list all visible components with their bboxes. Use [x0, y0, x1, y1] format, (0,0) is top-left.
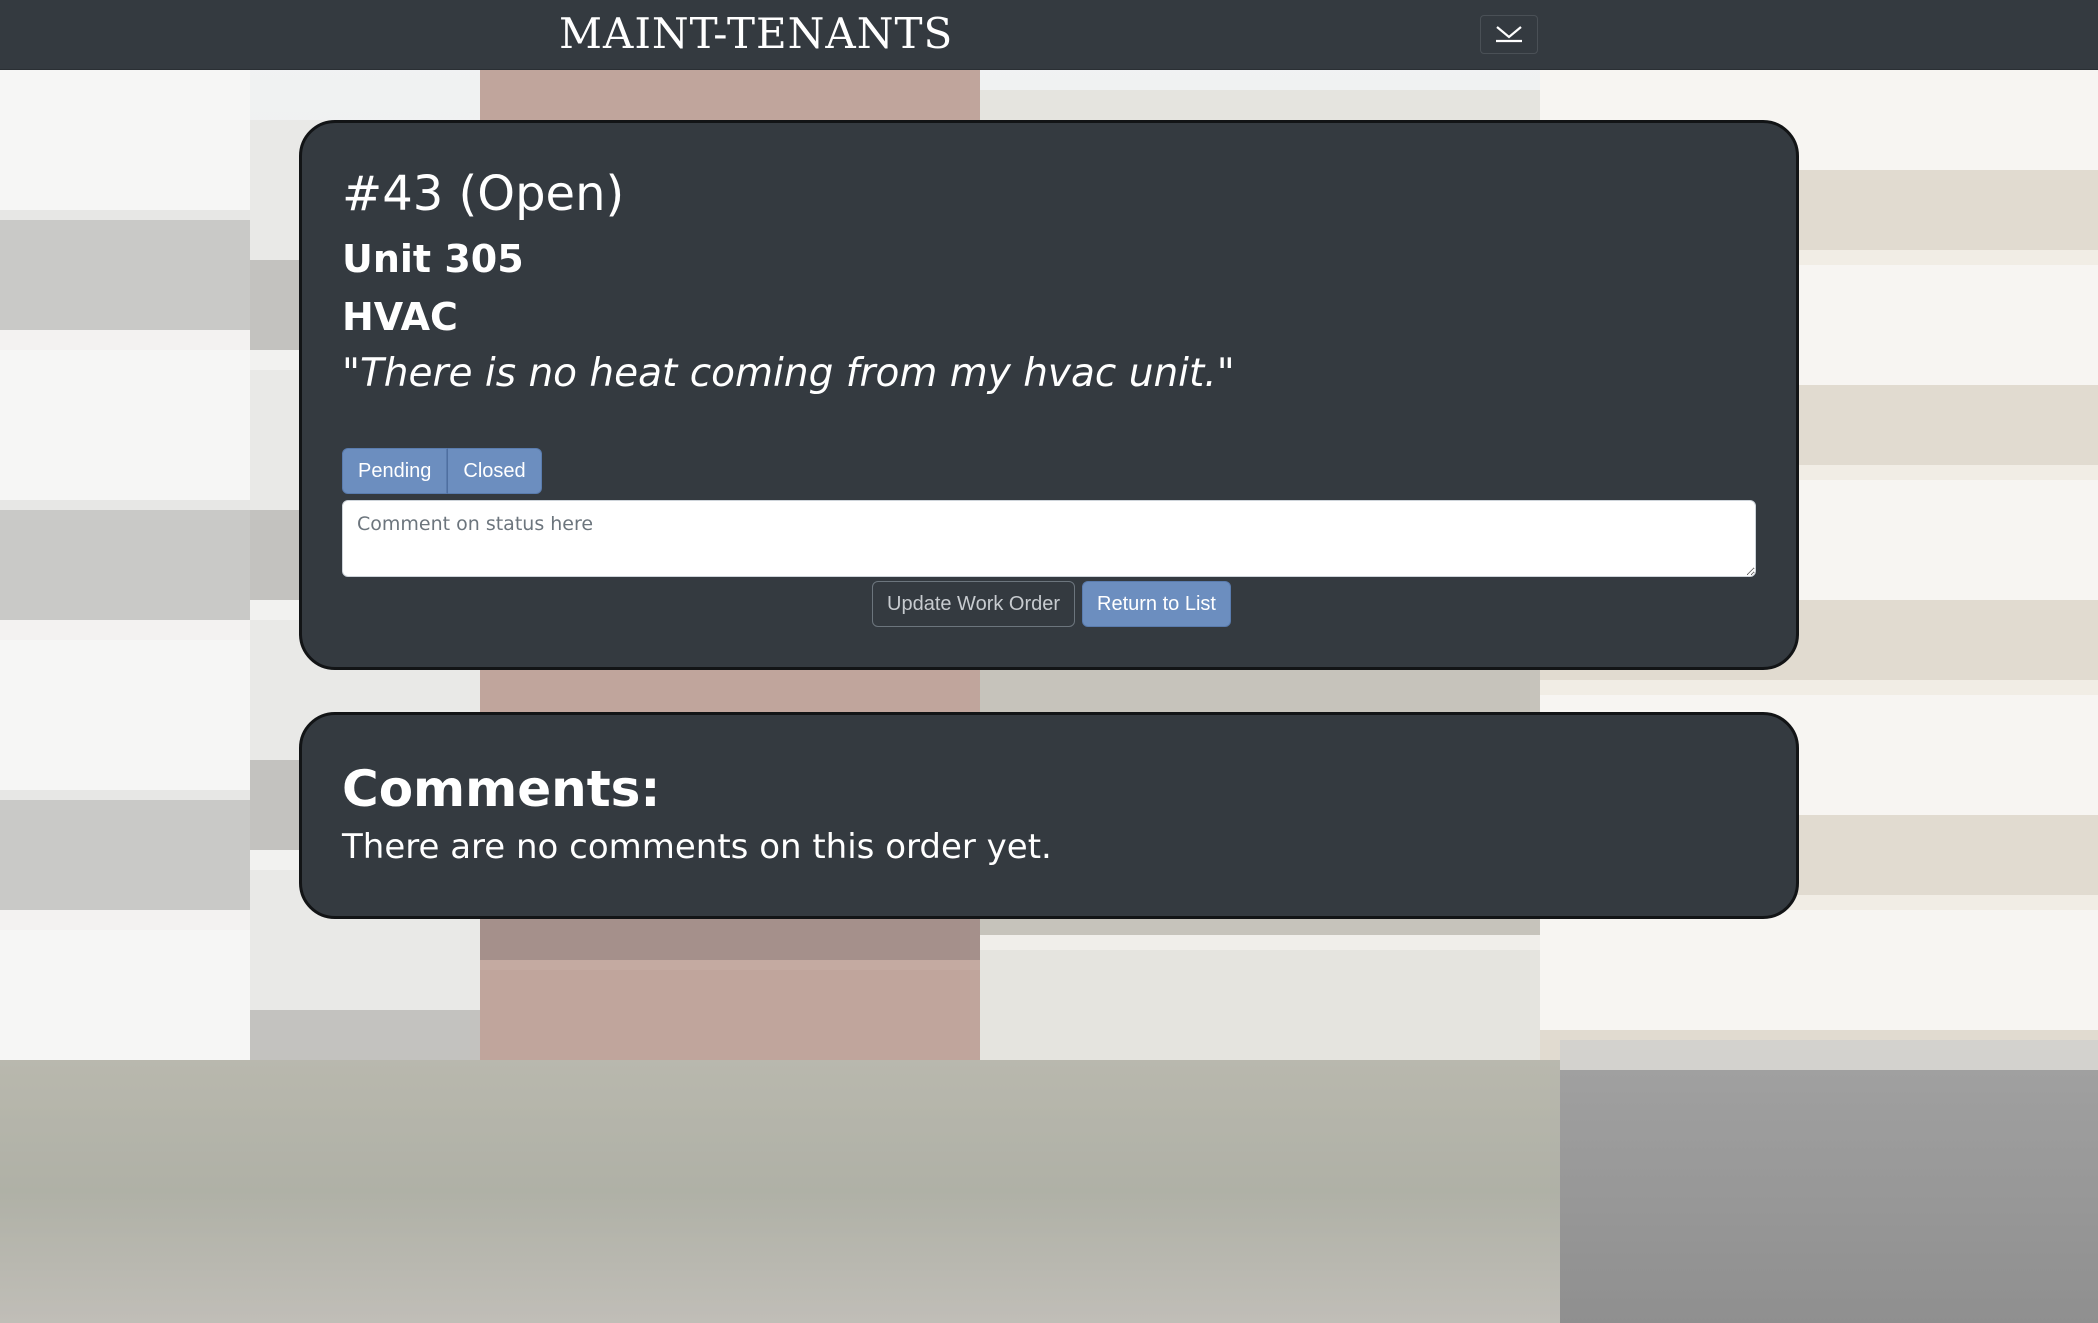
comments-empty-message: There are no comments on this order yet. [342, 827, 1052, 867]
status-pending-button[interactable]: Pending [342, 448, 448, 494]
comments-card: Comments: There are no comments on this … [299, 712, 1799, 919]
update-work-order-button[interactable]: Update Work Order [872, 581, 1076, 627]
navbar: MAINT-TENANTS [0, 0, 2098, 70]
work-order-card: #43 (Open) Unit 305 HVAC "There is no he… [299, 120, 1799, 670]
status-closed-button[interactable]: Closed [447, 448, 542, 494]
status-button-group: Pending Closed [342, 448, 542, 494]
work-order-title: #43 (Open) [342, 166, 625, 222]
comments-title: Comments: [342, 760, 661, 818]
work-order-category: HVAC [342, 295, 458, 339]
work-order-unit: Unit 305 [342, 237, 524, 281]
return-to-list-button[interactable]: Return to List [1082, 581, 1231, 627]
navbar-toggle-button[interactable] [1480, 15, 1538, 54]
status-comment-input[interactable] [342, 500, 1756, 577]
work-order-description: "There is no heat coming from my hvac un… [342, 351, 1235, 396]
brand-link[interactable]: MAINT-TENANTS [559, 8, 953, 60]
chevron-down-icon [1494, 23, 1524, 46]
